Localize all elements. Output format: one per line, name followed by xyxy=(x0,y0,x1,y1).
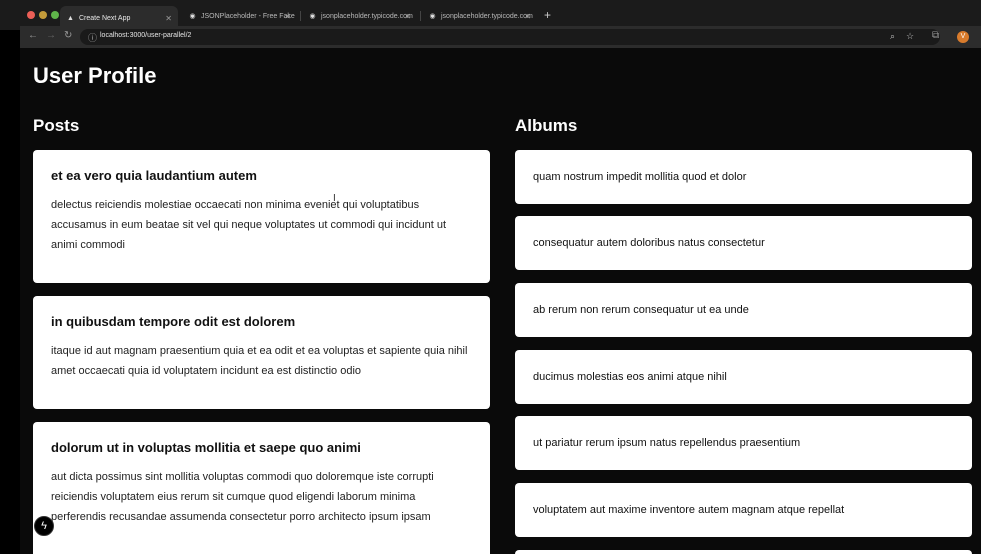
browser-tab[interactable]: ◉ JSONPlaceholder - Free Fake ✕ xyxy=(185,6,297,26)
post-title: et ea vero quia laudantium autem xyxy=(51,168,257,183)
close-tab-icon[interactable]: ✕ xyxy=(165,14,172,23)
maximize-window-button[interactable] xyxy=(51,11,59,19)
album-card xyxy=(515,550,972,554)
post-card: in quibusdam tempore odit est dolorem it… xyxy=(33,296,490,409)
page-title: User Profile xyxy=(33,63,157,88)
post-title: dolorum ut in voluptas mollitia et saepe… xyxy=(51,440,361,455)
browser-tab[interactable]: ◉ jsonplaceholder.typicode.com ✕ xyxy=(425,6,537,26)
close-tab-icon[interactable]: ✕ xyxy=(284,12,291,21)
album-card: quam nostrum impedit mollitia quod et do… xyxy=(515,150,972,204)
bookmark-star-icon[interactable]: ☆ xyxy=(906,31,914,42)
page-content: User Profile Posts Albums et ea vero qui… xyxy=(20,48,981,554)
globe-icon: ◉ xyxy=(309,12,316,20)
tab-label: jsonplaceholder.typicode.com xyxy=(441,12,533,20)
album-title: quam nostrum impedit mollitia quod et do… xyxy=(533,171,747,183)
album-card: consequatur autem doloribus natus consec… xyxy=(515,216,972,270)
album-card: voluptatem aut maxime inventore autem ma… xyxy=(515,483,972,537)
nextjs-dev-indicator-icon[interactable]: ϟ xyxy=(34,516,54,536)
close-window-button[interactable] xyxy=(27,11,35,19)
album-card: ut pariatur rerum ipsum natus repellendu… xyxy=(515,416,972,470)
zoom-icon[interactable]: ⌕ xyxy=(890,31,895,42)
minimize-window-button[interactable] xyxy=(39,11,47,19)
triangle-icon: ▲ xyxy=(67,14,74,22)
globe-icon: ◉ xyxy=(189,12,196,20)
url-text[interactable]: localhost:3000/user-parallel/2 xyxy=(100,32,191,39)
close-tab-icon[interactable]: ✕ xyxy=(404,12,411,21)
back-arrow-icon[interactable]: ← xyxy=(28,30,38,41)
text-cursor-icon: I xyxy=(333,193,336,204)
post-body: aut dicta possimus sint mollitia volupta… xyxy=(51,471,434,523)
tab-divider xyxy=(420,11,421,21)
address-bar[interactable]: ⓘ localhost:3000/user-parallel/2 ⌕ ☆ xyxy=(80,29,940,45)
albums-heading: Albums xyxy=(515,116,578,135)
album-title: ab rerum non rerum consequatur ut ea und… xyxy=(533,304,749,316)
post-title: in quibusdam tempore odit est dolorem xyxy=(51,314,296,329)
post-body: delectus reiciendis molestiae occaecati … xyxy=(51,199,447,251)
album-title: voluptatem aut maxime inventore autem ma… xyxy=(533,504,845,516)
extensions-icon[interactable]: ⧉ xyxy=(932,30,939,41)
album-title: ducimus molestias eos animi atque nihil xyxy=(533,371,727,383)
reload-icon[interactable]: ↻ xyxy=(64,30,72,41)
post-card: et ea vero quia laudantium autem delectu… xyxy=(33,150,490,283)
close-tab-icon[interactable]: ✕ xyxy=(524,12,531,21)
new-tab-button[interactable]: + xyxy=(544,8,551,22)
album-card: ab rerum non rerum consequatur ut ea und… xyxy=(515,283,972,337)
album-title: ut pariatur rerum ipsum natus repellendu… xyxy=(533,437,801,449)
post-body: itaque id aut magnam praesentium quia et… xyxy=(51,345,468,377)
tab-label: jsonplaceholder.typicode.com xyxy=(321,12,413,20)
browser-tab[interactable]: ◉ jsonplaceholder.typicode.com ✕ xyxy=(305,6,417,26)
album-title: consequatur autem doloribus natus consec… xyxy=(533,237,765,249)
album-card: ducimus molestias eos animi atque nihil xyxy=(515,350,972,404)
site-info-icon[interactable]: ⓘ xyxy=(88,31,97,44)
posts-heading: Posts xyxy=(33,116,80,135)
browser-toolbar: ← → ↻ ⓘ localhost:3000/user-parallel/2 ⌕… xyxy=(20,26,981,48)
globe-icon: ◉ xyxy=(429,12,436,20)
tab-divider xyxy=(300,11,301,21)
post-card: dolorum ut in voluptas mollitia et saepe… xyxy=(33,422,490,554)
forward-arrow-icon[interactable]: → xyxy=(46,30,56,41)
tab-label: JSONPlaceholder - Free Fake xyxy=(201,12,295,20)
tab-label: Create Next App xyxy=(79,14,131,22)
profile-avatar[interactable]: V xyxy=(957,31,969,43)
